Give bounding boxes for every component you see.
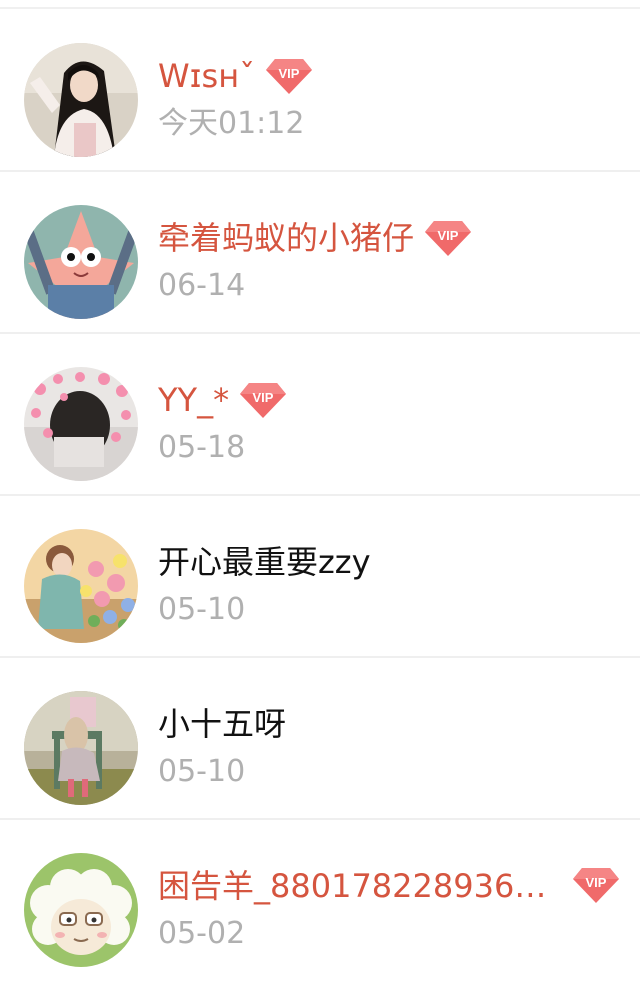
contact-name[interactable]: 小十五呀 — [158, 700, 286, 748]
contact-name[interactable]: Wɪsʜˇ — [158, 52, 255, 100]
name-line: 开心最重要zzy — [158, 538, 371, 586]
girl-on-chair-avatar[interactable] — [24, 691, 138, 805]
vip-badge-icon: VIP — [424, 219, 472, 257]
vip-badge-icon: VIP — [265, 57, 313, 95]
lazy-sheep-avatar[interactable] — [24, 853, 138, 967]
name-line: 牵着蚂蚁的小猪仔 VIP — [158, 214, 472, 262]
list-item[interactable]: 小十五呀 05-10 — [0, 658, 640, 820]
vip-badge-icon: VIP — [572, 866, 620, 904]
message-time: 05-02 — [158, 916, 246, 951]
contact-name[interactable]: 牵着蚂蚁的小猪仔 — [158, 214, 414, 262]
contact-name[interactable]: 开心最重要zzy — [158, 538, 371, 586]
name-line: 小十五呀 — [158, 700, 286, 748]
contact-name[interactable]: 困告羊_880178228936… — [158, 862, 546, 910]
anime-boy-flowers-avatar[interactable] — [24, 529, 138, 643]
list-item[interactable]: Wɪsʜˇ VIP 今天01:12 — [0, 10, 640, 172]
name-line: Wɪsʜˇ VIP — [158, 52, 313, 100]
patrick-star-avatar[interactable] — [24, 205, 138, 319]
list-item[interactable]: 牵着蚂蚁的小猪仔 VIP 06-14 — [0, 172, 640, 334]
name-line: 困告羊_880178228936… — [158, 862, 546, 910]
message-time: 05-18 — [158, 430, 246, 465]
svg-text:VIP: VIP — [438, 228, 459, 243]
vip-badge-icon: VIP — [239, 381, 287, 419]
name-line: YY_* VIP — [158, 376, 287, 424]
message-time: 今天01:12 — [158, 106, 305, 141]
list-item[interactable]: YY_* VIP 05-18 — [0, 334, 640, 496]
list-item[interactable]: 困告羊_880178228936… VIP 05-02 — [0, 820, 640, 982]
girl-portrait-avatar[interactable] — [24, 43, 138, 157]
top-divider — [0, 7, 640, 9]
svg-text:VIP: VIP — [586, 875, 607, 890]
svg-text:VIP: VIP — [279, 66, 300, 81]
list-item[interactable]: 开心最重要zzy 05-10 — [0, 496, 640, 658]
hearts-photo-avatar[interactable] — [24, 367, 138, 481]
contact-name[interactable]: YY_* — [158, 376, 229, 424]
svg-text:VIP: VIP — [253, 390, 274, 405]
message-time: 06-14 — [158, 268, 246, 303]
contact-list: Wɪsʜˇ VIP 今天01:12 牵着蚂蚁的小猪仔 VIP 06-14 YY_… — [0, 0, 640, 991]
message-time: 05-10 — [158, 592, 246, 627]
message-time: 05-10 — [158, 754, 246, 789]
